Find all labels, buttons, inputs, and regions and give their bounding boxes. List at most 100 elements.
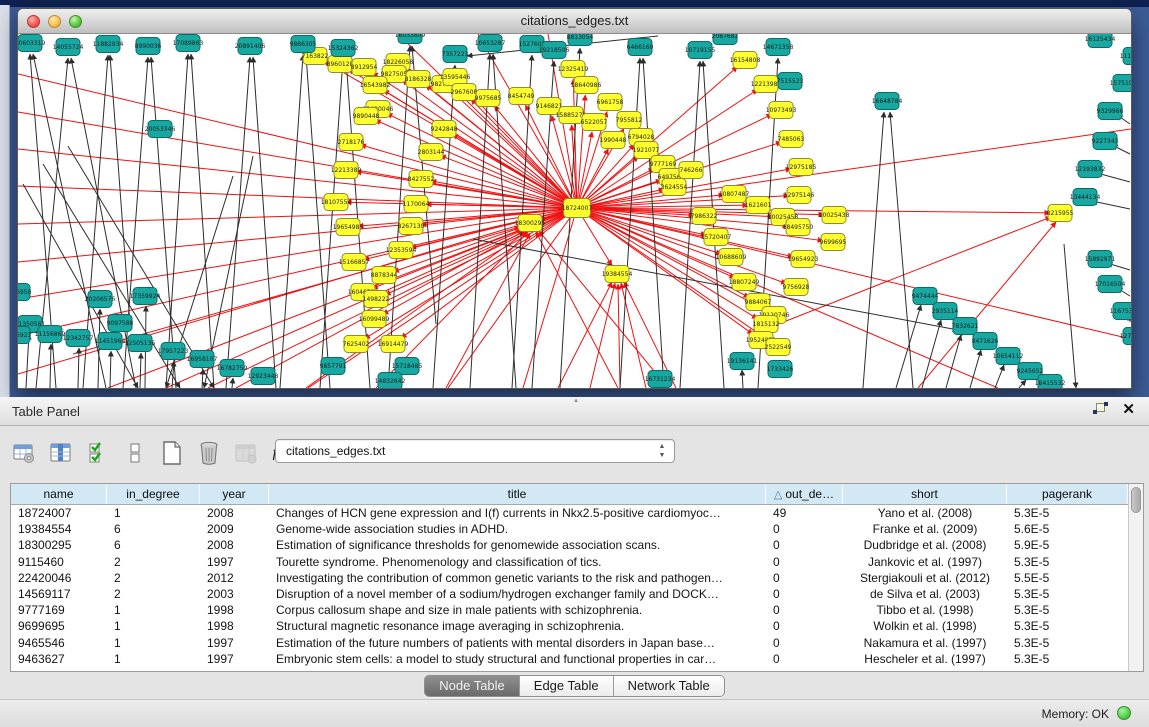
- table-row[interactable]: 969969511998Structural magnetic resonanc…: [11, 618, 1128, 634]
- graph-node[interactable]: 8267130: [398, 218, 425, 235]
- graph-node[interactable]: 20891406: [235, 38, 266, 55]
- graph-node[interactable]: 10025438: [819, 207, 850, 224]
- show-columns-button[interactable]: [47, 439, 75, 467]
- cell-name[interactable]: 22420046: [11, 570, 107, 586]
- graph-node[interactable]: 1990448: [600, 132, 627, 149]
- graph-node[interactable]: 10719155: [685, 42, 716, 59]
- cell-name[interactable]: 18724007: [11, 505, 107, 521]
- table-row[interactable]: 977716911998Corpus callosum shape and si…: [11, 602, 1128, 618]
- cell-year[interactable]: 2008: [200, 537, 269, 553]
- cell-out_degree[interactable]: 0: [766, 570, 843, 586]
- graph-node[interactable]: 8878344: [371, 267, 398, 284]
- graph-node[interactable]: 8454749: [508, 88, 535, 105]
- graph-node[interactable]: 10654112: [993, 348, 1024, 365]
- cell-in_degree[interactable]: 2: [107, 586, 200, 602]
- window-titlebar[interactable]: citations_edges.txt: [18, 9, 1131, 34]
- graph-node[interactable]: 16033809: [395, 34, 426, 44]
- unselect-all-button[interactable]: [121, 439, 149, 467]
- cell-year[interactable]: 2009: [200, 521, 269, 537]
- cell-pagerank[interactable]: 5.3E-5: [1007, 505, 1128, 521]
- graph-node[interactable]: 16099489: [359, 311, 390, 328]
- graph-node[interactable]: 15324362: [328, 40, 359, 57]
- cell-in_degree[interactable]: 6: [107, 537, 200, 553]
- cell-pagerank[interactable]: 5.6E-5: [1007, 521, 1128, 537]
- graph-node[interactable]: 8813054: [567, 34, 594, 46]
- graph-node[interactable]: 9857791: [320, 358, 347, 375]
- graph-node[interactable]: 14055724: [53, 39, 84, 56]
- graph-node[interactable]: 20603319: [18, 35, 45, 52]
- cell-in_degree[interactable]: 2: [107, 570, 200, 586]
- cell-name[interactable]: 9777169: [11, 602, 107, 618]
- graph-node[interactable]: 3915923: [18, 327, 32, 344]
- column-header-pagerank[interactable]: pagerank: [1007, 484, 1128, 504]
- cell-short[interactable]: de Silva et al. (2003): [843, 586, 1007, 602]
- graph-node[interactable]: 1815132: [753, 316, 780, 333]
- graph-node[interactable]: 11882934: [93, 36, 124, 53]
- graph-node[interactable]: 6522057: [581, 114, 608, 131]
- table-row[interactable]: 1456911722003Disruption of a novel membe…: [11, 586, 1128, 602]
- graph-node[interactable]: 2935114: [932, 303, 959, 320]
- network-canvas[interactable]: 1872400718300295193845547163822896012889…: [18, 34, 1131, 388]
- graph-node[interactable]: 12975185: [786, 159, 817, 176]
- table-row[interactable]: 1872400712008Changes of HCN gene express…: [11, 505, 1128, 521]
- graph-node[interactable]: 8471626: [972, 333, 999, 350]
- graph-node[interactable]: 15892971: [1085, 251, 1116, 268]
- graph-node[interactable]: 12193832: [1075, 161, 1106, 178]
- graph-node[interactable]: 3624554: [661, 179, 688, 196]
- cell-pagerank[interactable]: 5.3E-5: [1007, 602, 1128, 618]
- graph-node[interactable]: 9474444: [912, 288, 939, 305]
- graph-node[interactable]: 1733426: [767, 361, 794, 378]
- cell-title[interactable]: Changes of HCN gene expression and I(f) …: [269, 505, 766, 521]
- tab-network-table[interactable]: Network Table: [614, 676, 724, 696]
- graph-node[interactable]: 2526950: [18, 284, 32, 301]
- cell-short[interactable]: Hescheler et al. (1997): [843, 651, 1007, 667]
- table-row[interactable]: 911546021997Tourette syndrome. Phenomeno…: [11, 554, 1128, 570]
- cell-title[interactable]: Embryonic stem cells: a model to study s…: [269, 651, 766, 667]
- graph-node[interactable]: 2803144: [418, 144, 445, 161]
- graph-node[interactable]: 7955812: [616, 112, 643, 129]
- graph-node[interactable]: 19654985: [333, 219, 364, 236]
- table-row[interactable]: 2242004622012Investigating the contribut…: [11, 570, 1128, 586]
- cell-name[interactable]: 19384554: [11, 521, 107, 537]
- cell-name[interactable]: 14569117: [11, 586, 107, 602]
- graph-node[interactable]: 10973493: [766, 102, 797, 119]
- cell-title[interactable]: Corpus callosum shape and size in male p…: [269, 602, 766, 618]
- table-row[interactable]: 946362711997Embryonic stem cells: a mode…: [11, 651, 1128, 667]
- graph-node[interactable]: 11451964: [95, 333, 126, 350]
- table-scrollbar[interactable]: [1128, 484, 1143, 671]
- graph-node[interactable]: 7485063: [778, 131, 805, 148]
- cell-year[interactable]: 2003: [200, 586, 269, 602]
- graph-node[interactable]: 12975146: [784, 187, 815, 204]
- graph-node[interactable]: 15718485: [392, 358, 423, 375]
- table-row[interactable]: 1938455462009Genome-wide association stu…: [11, 521, 1128, 537]
- graph-node[interactable]: 13444134: [1070, 189, 1101, 206]
- table-row[interactable]: 1830029562008Estimation of significance …: [11, 537, 1128, 553]
- cell-short[interactable]: Stergiakouli et al. (2012): [843, 570, 1007, 586]
- graph-node[interactable]: 11675345: [1110, 303, 1131, 320]
- graph-node[interactable]: 7832621: [952, 318, 979, 335]
- graph-node[interactable]: 20053346: [145, 121, 176, 138]
- graph-node[interactable]: 16958107: [187, 351, 218, 368]
- cell-pagerank[interactable]: 5.3E-5: [1007, 586, 1128, 602]
- cell-name[interactable]: 9463627: [11, 651, 107, 667]
- splitter-grip[interactable]: ▴: [571, 398, 581, 403]
- graph-node[interactable]: 10688609: [716, 249, 747, 266]
- cell-year[interactable]: 1998: [200, 602, 269, 618]
- cell-pagerank[interactable]: 5.5E-5: [1007, 570, 1128, 586]
- graph-node[interactable]: 10653287: [475, 35, 506, 52]
- graph-node[interactable]: 17089863: [173, 35, 204, 52]
- graph-node[interactable]: 2522549: [765, 339, 792, 356]
- cell-title[interactable]: Genome-wide association studies in ADHD.: [269, 521, 766, 537]
- column-header-name[interactable]: name: [11, 484, 107, 504]
- graph-node[interactable]: 18107554: [321, 194, 352, 211]
- cell-short[interactable]: Wolkin et al. (1998): [843, 618, 1007, 634]
- graph-node[interactable]: 12325419: [558, 61, 589, 78]
- zoom-window-button[interactable]: [69, 15, 82, 28]
- graph-node[interactable]: 14671358: [763, 39, 794, 56]
- cell-name[interactable]: 9465546: [11, 635, 107, 651]
- graph-node[interactable]: 12923448: [248, 368, 279, 385]
- graph-node[interactable]: 20206576: [85, 291, 116, 308]
- cell-in_degree[interactable]: 1: [107, 651, 200, 667]
- graph-node[interactable]: 1498222: [363, 291, 390, 308]
- graph-node[interactable]: 9886305: [290, 36, 317, 53]
